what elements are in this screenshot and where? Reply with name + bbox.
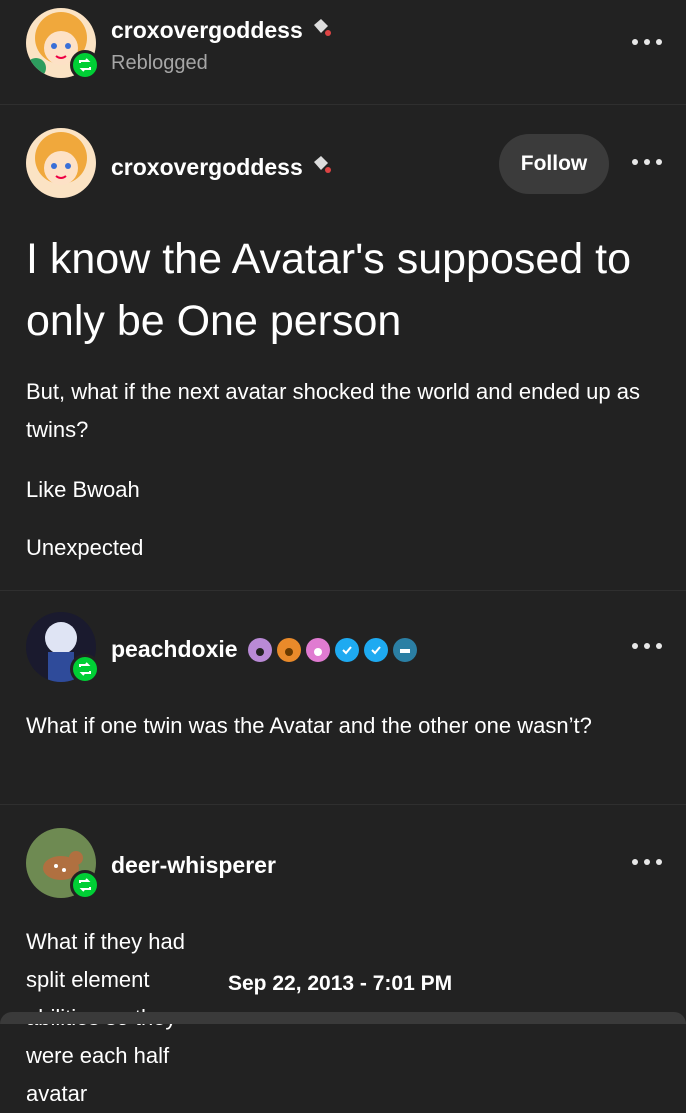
username-text[interactable]: deer-whisperer bbox=[111, 852, 276, 879]
paw-badge-icon bbox=[305, 637, 330, 662]
verified-badge-icon bbox=[363, 637, 388, 662]
more-options-icon[interactable] bbox=[632, 636, 662, 656]
verified-badge-icon bbox=[334, 637, 359, 662]
post-title: I know the Avatar's supposed to only be … bbox=[26, 235, 632, 345]
username[interactable]: croxovergoddess bbox=[111, 15, 333, 45]
username[interactable]: peachdoxie bbox=[111, 636, 417, 663]
more-options-icon[interactable] bbox=[632, 152, 662, 172]
username-text[interactable]: croxovergoddess bbox=[111, 154, 303, 181]
more-options-icon[interactable] bbox=[632, 852, 662, 872]
username[interactable]: croxovergoddess bbox=[111, 152, 333, 182]
username-text[interactable]: peachdoxie bbox=[111, 636, 238, 663]
paint-bucket-badge-icon bbox=[309, 152, 333, 182]
paint-bucket-badge-icon bbox=[309, 15, 333, 45]
avatar-croxovergoddess-reblog[interactable] bbox=[26, 8, 100, 80]
divider bbox=[0, 590, 686, 591]
reblog-header: croxovergoddess Reblogged bbox=[0, 0, 686, 104]
reblog-icon bbox=[70, 654, 100, 684]
badge-list bbox=[247, 637, 417, 662]
avatar-peachdoxie[interactable] bbox=[26, 612, 100, 684]
follow-button[interactable]: Follow bbox=[499, 134, 609, 194]
bottom-sheet-handle[interactable] bbox=[0, 1012, 686, 1024]
avatar-deer-whisperer[interactable] bbox=[26, 828, 100, 900]
bird-badge-icon bbox=[392, 637, 417, 662]
paw-badge-icon bbox=[276, 637, 301, 662]
reblog-icon bbox=[70, 870, 100, 900]
more-options-icon[interactable] bbox=[632, 32, 662, 52]
avatar-croxovergoddess[interactable] bbox=[26, 128, 96, 198]
reblog-icon bbox=[70, 50, 100, 80]
reply-text: What if one twin was the Avatar and the … bbox=[26, 713, 592, 738]
reblogged-label: Reblogged bbox=[111, 52, 208, 74]
post-paragraph: Unexpected bbox=[26, 535, 144, 560]
divider bbox=[0, 804, 686, 805]
username-text[interactable]: croxovergoddess bbox=[111, 17, 303, 44]
paw-badge-icon bbox=[247, 637, 272, 662]
post-paragraph: Like Bwoah bbox=[26, 477, 140, 502]
divider bbox=[0, 104, 686, 105]
post-paragraph: But, what if the next avatar shocked the… bbox=[26, 379, 640, 442]
avatar-image bbox=[26, 128, 96, 198]
post-timestamp: Sep 22, 2013 - 7:01 PM bbox=[228, 972, 453, 995]
username[interactable]: deer-whisperer bbox=[111, 852, 276, 879]
